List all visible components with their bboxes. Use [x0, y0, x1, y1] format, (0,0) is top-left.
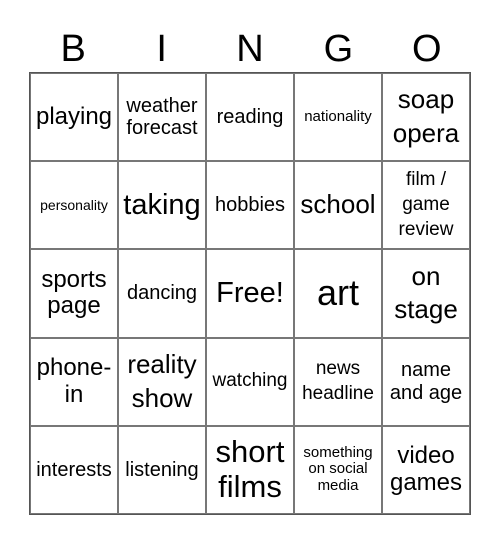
bingo-cell[interactable]: sports page: [30, 249, 118, 338]
bingo-cell[interactable]: watching: [206, 337, 294, 426]
bingo-cell[interactable]: interests: [30, 425, 118, 514]
bingo-cell[interactable]: dancing: [118, 249, 206, 338]
bingo-cell[interactable]: soap opera: [382, 73, 470, 162]
header-letter-g: G: [323, 28, 354, 70]
bingo-cell[interactable]: taking: [118, 161, 206, 250]
bingo-cell[interactable]: hobbies: [206, 161, 294, 250]
free-space[interactable]: Free!: [206, 249, 294, 338]
bingo-cell[interactable]: news headline: [294, 337, 382, 426]
header-letter-b: B: [60, 28, 86, 70]
bingo-cell[interactable]: personality: [30, 161, 118, 250]
bingo-cell[interactable]: weather forecast: [118, 73, 206, 162]
bingo-cell[interactable]: short films: [206, 425, 294, 514]
header-letter-i: I: [156, 28, 167, 70]
bingo-header: B I N G O: [29, 26, 471, 72]
bingo-cell[interactable]: listening: [118, 425, 206, 514]
bingo-cell[interactable]: something on social media: [294, 425, 382, 514]
bingo-cell[interactable]: art: [294, 249, 382, 338]
bingo-cell[interactable]: film / game review: [382, 161, 470, 250]
bingo-cell[interactable]: video games: [382, 425, 470, 514]
bingo-cell[interactable]: playing: [30, 73, 118, 162]
bingo-grid: playing weather forecast reading nationa…: [29, 72, 471, 515]
bingo-cell[interactable]: name and age: [382, 337, 470, 426]
bingo-cell[interactable]: reality show: [118, 337, 206, 426]
bingo-cell[interactable]: phone-in: [30, 337, 118, 426]
bingo-cell[interactable]: school: [294, 161, 382, 250]
header-letter-o: O: [412, 28, 442, 70]
bingo-cell[interactable]: nationality: [294, 73, 382, 162]
bingo-cell[interactable]: reading: [206, 73, 294, 162]
header-letter-n: N: [236, 28, 264, 70]
bingo-cell[interactable]: on stage: [382, 249, 470, 338]
